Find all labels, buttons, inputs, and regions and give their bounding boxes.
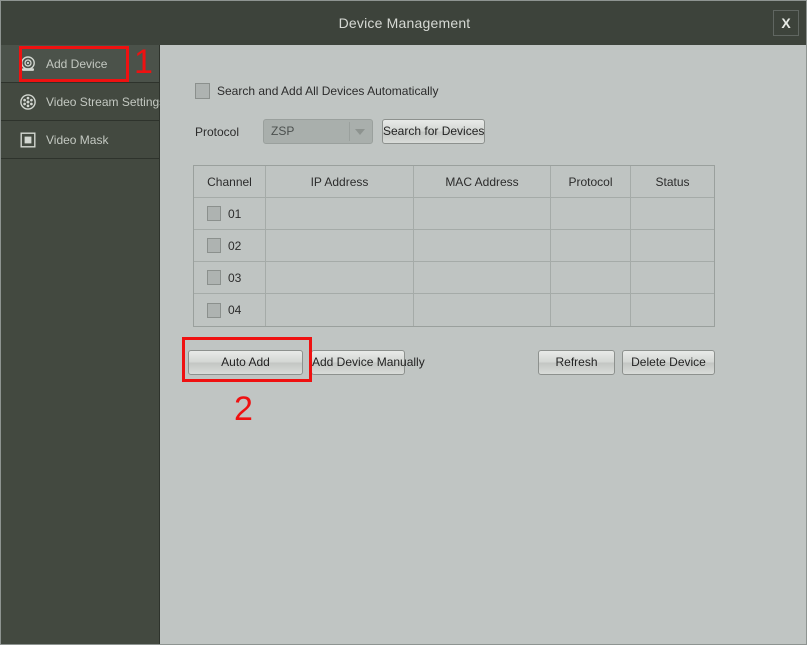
cell-ip-address	[266, 198, 414, 229]
row-checkbox[interactable]	[207, 302, 221, 318]
cell-mac-address	[414, 198, 551, 229]
protocol-label: Protocol	[195, 124, 240, 139]
cell-protocol	[551, 294, 631, 326]
cell-mac-address	[414, 230, 551, 261]
film-reel-icon	[19, 93, 37, 111]
column-header-ip-address: IP Address	[266, 166, 414, 197]
row-checkbox[interactable]	[207, 270, 221, 285]
sidebar: Add Device Video Stream Settings Video M…	[1, 45, 165, 644]
column-header-mac-address: MAC Address	[414, 166, 551, 197]
sidebar-item-label: Video Stream Settings	[46, 94, 166, 109]
sidebar-item-video-stream-settings[interactable]: Video Stream Settings	[1, 83, 165, 121]
chevron-down-icon	[349, 122, 369, 141]
cell-protocol	[551, 262, 631, 293]
channel-number: 04	[228, 303, 242, 317]
column-header-protocol: Protocol	[551, 166, 631, 197]
cell-ip-address	[266, 294, 414, 326]
cell-status	[631, 198, 714, 229]
table-row[interactable]: 03	[194, 262, 714, 294]
protocol-value: ZSP	[271, 124, 295, 138]
cell-mac-address	[414, 294, 551, 326]
cell-ip-address	[266, 262, 414, 293]
column-header-channel: Channel	[194, 166, 266, 197]
cell-channel: 01	[194, 198, 266, 229]
delete-device-button[interactable]: Delete Device	[622, 350, 715, 375]
cell-mac-address	[414, 262, 551, 293]
cell-channel: 02	[194, 230, 266, 261]
sidebar-item-label: Video Mask	[46, 132, 109, 147]
refresh-button[interactable]: Refresh	[538, 350, 615, 375]
auto-add-button[interactable]: Auto Add	[188, 350, 303, 375]
row-checkbox[interactable]	[207, 206, 221, 221]
window-title: Device Management	[338, 15, 471, 31]
channel-number: 02	[228, 238, 242, 253]
cell-channel: 03	[194, 262, 266, 293]
device-management-window: Device Management X Add Device Video Str…	[0, 0, 807, 645]
cell-status	[631, 294, 714, 326]
sidebar-item-add-device[interactable]: Add Device	[1, 45, 159, 83]
auto-search-label: Search and Add All Devices Automatically	[217, 84, 439, 98]
sidebar-item-label: Add Device	[46, 56, 108, 71]
channel-number: 03	[228, 270, 242, 285]
device-table: Channel IP Address MAC Address Protocol …	[193, 165, 715, 327]
table-row[interactable]: 02	[194, 230, 714, 262]
cell-protocol	[551, 198, 631, 229]
mask-square-icon	[19, 131, 37, 149]
title-bar: Device Management X	[1, 1, 806, 45]
sidebar-item-video-mask[interactable]: Video Mask	[1, 121, 159, 159]
protocol-row: Protocol ZSP	[195, 119, 373, 144]
sidebar-empty-area	[1, 159, 159, 644]
protocol-select[interactable]: ZSP	[263, 119, 373, 144]
search-for-devices-button[interactable]: Search for Devices	[382, 119, 485, 144]
dome-camera-icon	[19, 55, 37, 73]
channel-number: 01	[228, 206, 242, 221]
table-header-row: Channel IP Address MAC Address Protocol …	[194, 166, 714, 198]
cell-protocol	[551, 230, 631, 261]
auto-search-row: Search and Add All Devices Automatically	[195, 83, 438, 99]
main-panel: Search and Add All Devices Automatically…	[160, 45, 806, 644]
cell-channel: 04	[194, 294, 266, 326]
row-checkbox[interactable]	[207, 238, 221, 253]
cell-status	[631, 230, 714, 261]
cell-ip-address	[266, 230, 414, 261]
close-icon[interactable]: X	[773, 10, 799, 36]
column-header-status: Status	[655, 174, 690, 189]
cell-status	[631, 262, 714, 293]
add-device-manually-button[interactable]: Add Device Manually	[311, 350, 425, 375]
table-row[interactable]: 01	[194, 198, 714, 230]
table-row[interactable]: 04	[194, 294, 714, 326]
auto-search-checkbox[interactable]	[195, 83, 210, 99]
